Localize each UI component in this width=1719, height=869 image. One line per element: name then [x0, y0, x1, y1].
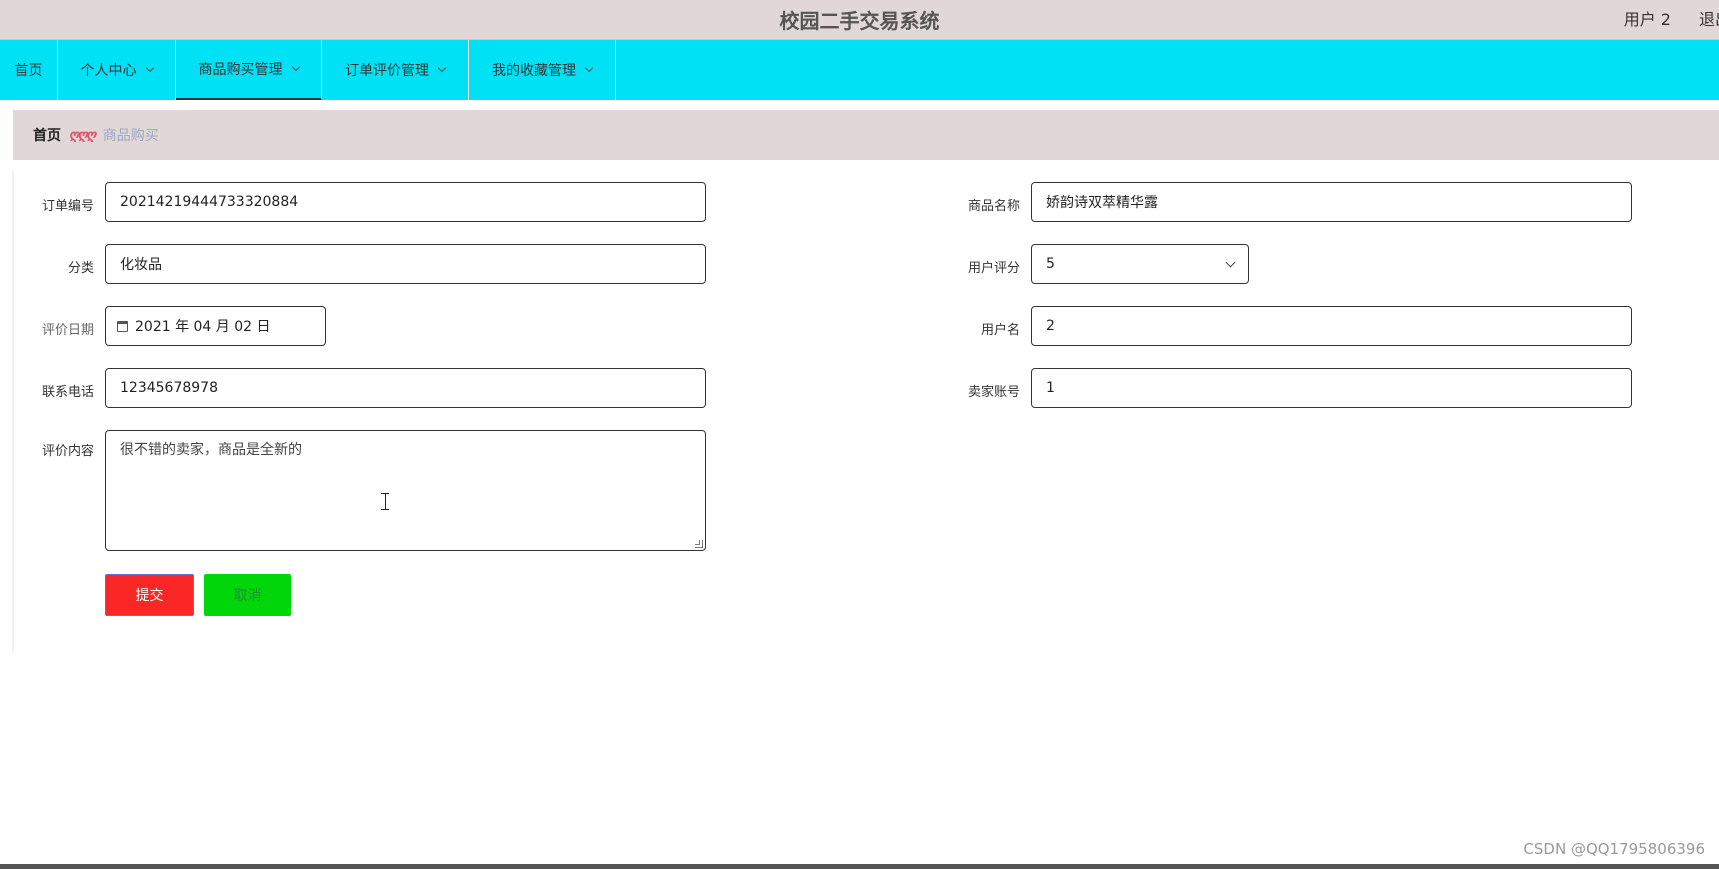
nav-order-review-management-label: 订单评价管理 — [345, 63, 429, 79]
chevron-down-icon — [145, 63, 154, 73]
product-name-label: 商品名称 — [967, 199, 1020, 214]
seller-account-field[interactable]: 1 — [1031, 368, 1632, 408]
phone-value: 12345678978 — [120, 380, 218, 396]
site-title: 校园二手交易系统 — [779, 9, 940, 33]
submit-button[interactable]: 提交 — [105, 574, 194, 616]
nav-personal-center[interactable]: 个人中心 — [58, 40, 176, 100]
username-field[interactable]: 2 — [1031, 306, 1632, 346]
breadcrumb-current: 商品购买 — [102, 128, 159, 144]
nav-home-label: 首页 — [14, 63, 43, 79]
product-name-value: 娇韵诗双萃精华露 — [1046, 195, 1158, 211]
bottom-strip — [0, 864, 1719, 869]
seller-account-label: 卖家账号 — [967, 385, 1020, 400]
breadcrumb-home[interactable]: 首页 — [33, 125, 61, 145]
cancel-button[interactable]: 取消 — [204, 574, 291, 616]
category-value: 化妆品 — [120, 257, 162, 273]
phone-field[interactable]: 12345678978 — [105, 368, 706, 408]
nav-favorites-management-label: 我的收藏管理 — [492, 63, 576, 79]
user-rating-select[interactable]: 5 — [1031, 244, 1249, 284]
nav-favorites-management[interactable]: 我的收藏管理 — [469, 40, 616, 100]
top-header: 校园二手交易系统 用户 2 退出 — [0, 0, 1719, 40]
username-label: 用户名 — [980, 323, 1020, 338]
nav-purchase-management[interactable]: 商品购买管理 — [176, 40, 322, 100]
main-nav: 首页 个人中心 商品购买管理 订单评价管理 我的收藏管理 — [0, 40, 1719, 100]
chevron-down-icon — [437, 63, 447, 73]
nav-order-review-management[interactable]: 订单评价管理 — [322, 40, 469, 100]
review-date-picker[interactable]: 2021 年 04 月 02 日 — [105, 306, 326, 346]
review-content-label: 评价内容 — [41, 444, 94, 459]
username-value: 2 — [1046, 318, 1055, 334]
review-date-value: 2021 年 04 月 02 日 — [135, 319, 271, 335]
review-content-value: 很不错的卖家，商品是全新的 — [120, 442, 302, 458]
chevron-down-icon — [584, 63, 594, 73]
product-name-field[interactable]: 娇韵诗双萃精华露 — [1031, 182, 1632, 222]
review-content-textarea[interactable]: 很不错的卖家，商品是全新的 — [105, 430, 706, 551]
review-date-label: 评价日期 — [41, 323, 94, 338]
current-user-label: 用户 2 — [1623, 10, 1671, 29]
chevron-down-icon — [291, 62, 300, 72]
text-cursor-icon — [381, 493, 389, 510]
order-no-label: 订单编号 — [41, 199, 94, 214]
seller-account-value: 1 — [1046, 380, 1055, 396]
breadcrumb-separator: ღღღ — [69, 127, 97, 143]
order-no-field[interactable]: 20214219444733320884 — [105, 182, 706, 222]
watermark: CSDN @QQ1795806396 — [1523, 840, 1705, 858]
category-label: 分类 — [67, 261, 94, 276]
resize-handle-icon[interactable] — [695, 540, 703, 548]
chevron-down-icon — [1225, 257, 1236, 268]
logout-link[interactable]: 退出 — [1699, 6, 1719, 30]
nav-personal-center-label: 个人中心 — [80, 63, 137, 79]
order-no-value: 20214219444733320884 — [120, 194, 299, 210]
phone-label: 联系电话 — [41, 385, 94, 400]
category-field[interactable]: 化妆品 — [105, 244, 706, 284]
nav-home[interactable]: 首页 — [0, 40, 58, 100]
user-rating-value: 5 — [1046, 256, 1055, 272]
breadcrumb: 首页 ღღღ 商品购买 — [13, 110, 1719, 160]
calendar-icon — [117, 320, 128, 332]
nav-purchase-management-label: 商品购买管理 — [198, 62, 283, 78]
user-rating-label: 用户评分 — [967, 261, 1020, 276]
